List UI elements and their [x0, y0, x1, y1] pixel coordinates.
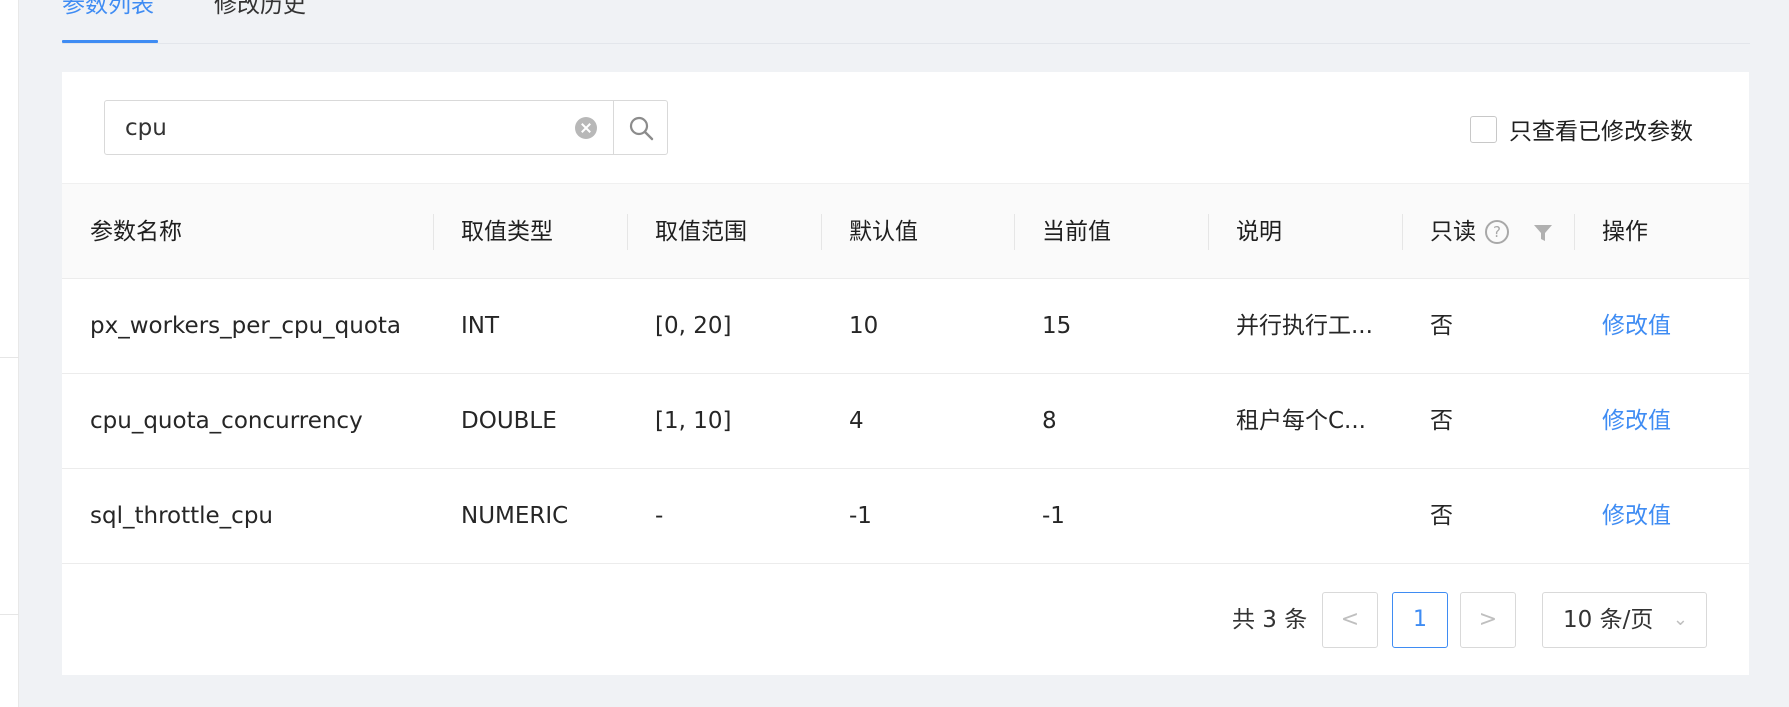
search-button[interactable] [613, 101, 667, 154]
left-rail [0, 0, 19, 707]
chevron-down-icon: ⌄ [1672, 609, 1688, 630]
page-size-select[interactable]: 10 条/页 ⌄ [1542, 592, 1707, 648]
search-input[interactable] [105, 101, 575, 154]
column-header-readonly: 只读 [1430, 219, 1476, 245]
column-header-action: 操作 [1602, 219, 1648, 245]
cell-type: NUMERIC [461, 503, 569, 529]
column-header-default: 默认值 [849, 219, 918, 245]
column-divider [1014, 214, 1015, 250]
table-header: 参数名称 取值类型 取值范围 默认值 当前值 说明 只读 ? 操作 [62, 183, 1749, 279]
cell-type: DOUBLE [461, 408, 557, 434]
column-header-description: 说明 [1236, 219, 1282, 245]
left-rail-divider [0, 614, 19, 615]
filter-icon[interactable] [1533, 224, 1553, 242]
modified-only-label: 只查看已修改参数 [1509, 119, 1693, 145]
cell-range: - [655, 503, 664, 529]
pagination-page-1[interactable]: 1 [1392, 592, 1448, 648]
left-rail-divider [0, 357, 19, 358]
pagination-next-button[interactable]: > [1460, 592, 1516, 648]
cell-readonly: 否 [1430, 313, 1453, 339]
active-tab-indicator [62, 40, 158, 43]
modified-only-checkbox[interactable] [1470, 115, 1497, 143]
tab-parameter-list[interactable]: 参数列表 [62, 0, 154, 20]
cell-description: 租户每个C... [1236, 408, 1366, 434]
cell-current: -1 [1042, 503, 1065, 529]
cell-current: 15 [1042, 313, 1072, 339]
column-header-name: 参数名称 [90, 219, 182, 245]
cell-current: 8 [1042, 408, 1057, 434]
cell-range: [0, 20] [655, 313, 732, 339]
column-divider [1208, 214, 1209, 250]
help-icon[interactable]: ? [1485, 220, 1509, 244]
cell-readonly: 否 [1430, 503, 1453, 529]
column-divider [1574, 214, 1575, 250]
column-header-range: 取值范围 [655, 219, 747, 245]
column-divider [433, 214, 434, 250]
column-divider [1402, 214, 1403, 250]
modify-value-link[interactable]: 修改值 [1602, 279, 1671, 374]
table-row: px_workers_per_cpu_quota INT [0, 20] 10 … [62, 279, 1749, 374]
cell-name: sql_throttle_cpu [90, 503, 273, 529]
pagination: 共 3 条 < 1 > 10 条/页 ⌄ [62, 592, 1749, 648]
cell-default: -1 [849, 503, 872, 529]
cell-name: cpu_quota_concurrency [90, 408, 363, 434]
parameter-table: 参数名称 取值类型 取值范围 默认值 当前值 说明 只读 ? 操作 px_wor… [62, 183, 1749, 564]
modify-value-link[interactable]: 修改值 [1602, 469, 1671, 564]
cell-range: [1, 10] [655, 408, 732, 434]
cell-default: 10 [849, 313, 879, 339]
search-icon [629, 116, 653, 140]
cell-type: INT [461, 313, 500, 339]
tab-bar: 参数列表 修改历史 [62, 0, 1750, 44]
column-header-type: 取值类型 [461, 219, 553, 245]
column-header-current: 当前值 [1042, 219, 1111, 245]
cell-description: 并行执行工... [1236, 313, 1373, 339]
modify-value-link[interactable]: 修改值 [1602, 374, 1671, 469]
pagination-prev-button[interactable]: < [1322, 592, 1378, 648]
table-row: cpu_quota_concurrency DOUBLE [1, 10] 4 8… [62, 374, 1749, 469]
page-size-value: 10 条/页 [1563, 607, 1654, 633]
cell-readonly: 否 [1430, 408, 1453, 434]
cell-default: 4 [849, 408, 864, 434]
column-divider [821, 214, 822, 250]
tab-modify-history[interactable]: 修改历史 [214, 0, 306, 20]
clear-icon[interactable] [575, 117, 597, 139]
modified-only-filter[interactable]: 只查看已修改参数 [1470, 112, 1693, 146]
pagination-total: 共 3 条 [1232, 607, 1308, 633]
column-divider [627, 214, 628, 250]
cell-name: px_workers_per_cpu_quota [90, 313, 402, 339]
search-box [104, 100, 668, 155]
parameter-card: 只查看已修改参数 参数名称 取值类型 取值范围 默认值 当前值 说明 只读 ? … [62, 72, 1749, 675]
table-row: sql_throttle_cpu NUMERIC - -1 -1 否 修改值 [62, 469, 1749, 564]
